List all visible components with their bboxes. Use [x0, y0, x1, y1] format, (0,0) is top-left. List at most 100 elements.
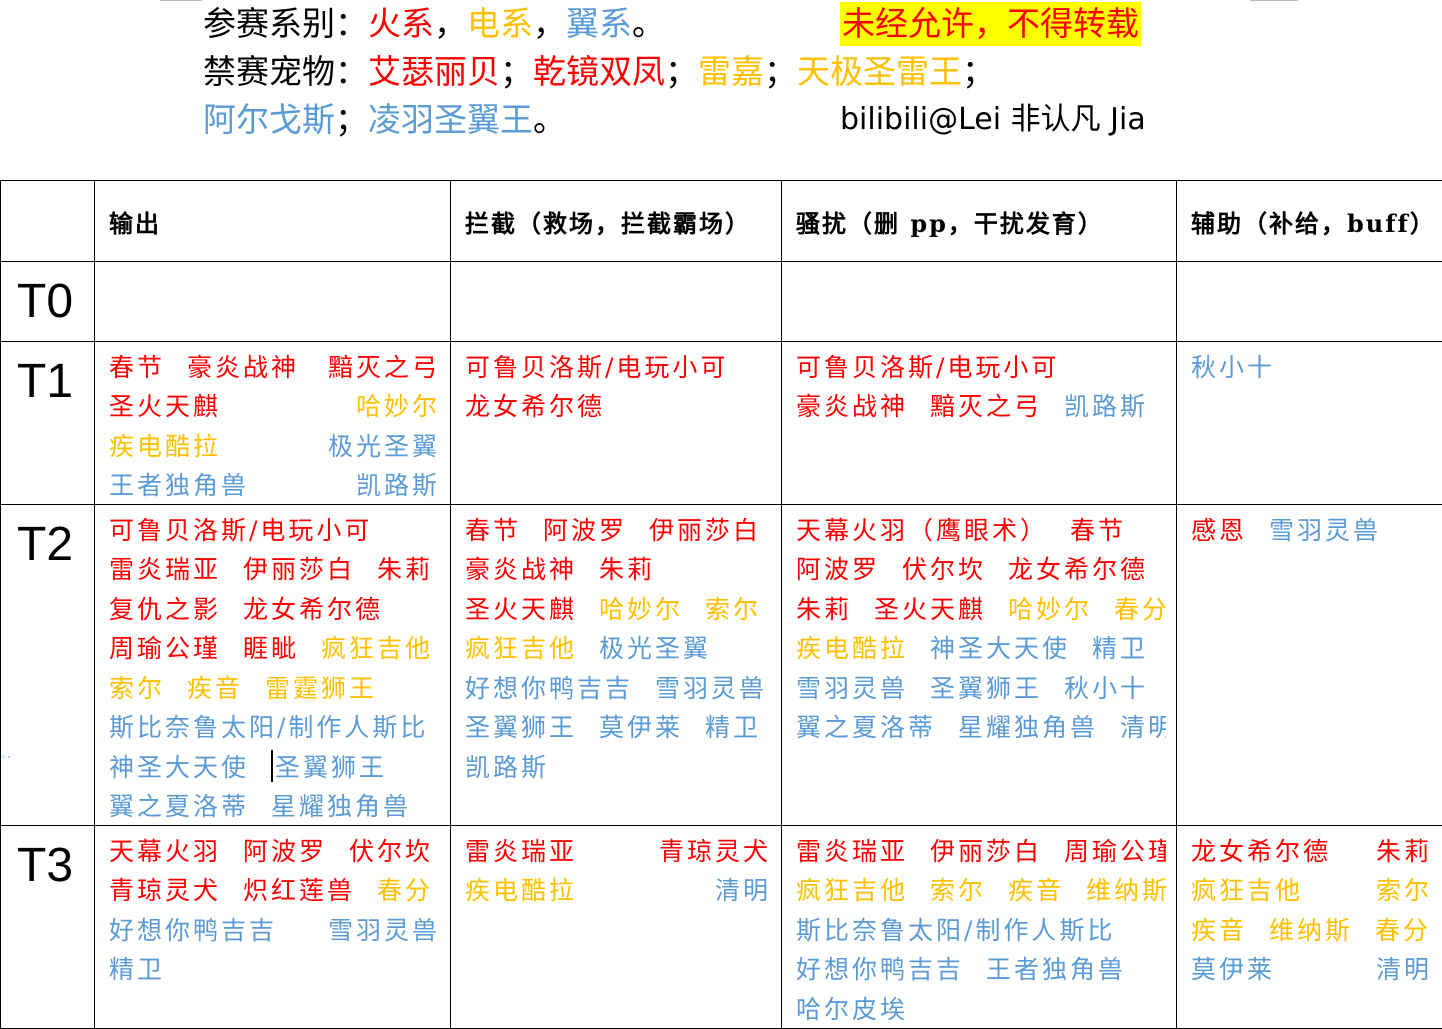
pet-name: 维纳斯	[1269, 911, 1353, 947]
header-line-banned-cont: 阿尔戈斯；凌羽圣翼王。	[203, 98, 566, 142]
header-segment: 参赛系别：	[203, 2, 368, 46]
top-decor-line	[1250, 0, 1298, 1]
intercept-cell	[451, 262, 782, 342]
column-header-support: 辅助（补给，buff）	[1177, 181, 1442, 262]
tier-row-t2: T2可鲁贝洛斯/电玩小可雷炎瑞亚伊丽莎白朱莉复仇之影龙女希尔德周瑜公瑾睚眦疯狂吉…	[1, 505, 1442, 826]
pet-name: 翼之夏洛蒂	[796, 708, 936, 744]
pet-name: 星耀独角兽	[958, 708, 1098, 744]
support-cell: 秋小十	[1177, 342, 1442, 505]
header-segment: ；	[500, 50, 533, 94]
cell-line: 可鲁贝洛斯/电玩小可	[796, 346, 1166, 386]
output-cell: 春节豪炎战神黯灭之弓圣火天麒哈妙尔疾电酷拉极光圣翼王者独角兽凯路斯	[95, 342, 451, 505]
pet-name: 好想你鸭吉吉	[109, 911, 277, 947]
cell-line: 雷炎瑞亚青琼灵犬	[465, 830, 771, 870]
tier-row-t3: T3天幕火羽阿波罗伏尔坎青琼灵犬炽红莲兽春分好想你鸭吉吉雪羽灵兽精卫雷炎瑞亚青琼…	[1, 826, 1442, 1029]
pet-name: 雷炎瑞亚	[465, 832, 577, 868]
pet-name: 周瑜公瑾	[109, 629, 221, 665]
column-header-output: 输出	[95, 181, 451, 262]
tier-label: T0	[1, 262, 95, 342]
header-segment: 。	[632, 2, 665, 46]
cell-line: 春节豪炎战神黯灭之弓	[109, 346, 440, 386]
pet-name: 好想你鸭吉吉	[796, 950, 964, 986]
pet-name: 极光圣翼	[599, 629, 711, 665]
harass-cell: 雷炎瑞亚伊丽莎白周瑜公瑾疯狂吉他索尔疾音维纳斯斯比奈鲁太阳/制作人斯比好想你鸭吉…	[782, 826, 1177, 1029]
pet-name: 圣火天麒	[109, 387, 221, 423]
cell-line: 复仇之影龙女希尔德	[109, 588, 440, 628]
pet-name: 雷霆狮王	[265, 669, 377, 705]
output-cell: 天幕火羽阿波罗伏尔坎青琼灵犬炽红莲兽春分好想你鸭吉吉雪羽灵兽精卫	[95, 826, 451, 1029]
pet-name: 朱莉	[796, 590, 852, 626]
cell-line: 朱莉圣火天麒哈妙尔春分	[796, 588, 1166, 628]
pet-name: 疾音	[187, 669, 243, 705]
pet-name: 索尔	[930, 871, 986, 907]
harass-cell: 可鲁贝洛斯/电玩小可豪炎战神黯灭之弓凯路斯	[782, 342, 1177, 505]
pet-name: 雷炎瑞亚	[109, 550, 221, 586]
cell-line: 神圣大天使圣翼狮王	[109, 746, 440, 786]
pet-name: 雪羽灵兽	[328, 911, 440, 947]
pet-name: 伏尔坎	[902, 550, 986, 586]
header-segment: ；	[335, 98, 368, 142]
pet-name: 清明	[715, 871, 771, 907]
pet-name: 索尔	[1376, 871, 1432, 907]
pet-name: 春节	[1070, 511, 1126, 547]
pet-name: 雷炎瑞亚	[796, 832, 908, 868]
pet-name: 斯比奈鲁太阳/制作人斯比	[796, 911, 1115, 947]
pet-name: 哈妙尔	[356, 387, 440, 423]
pet-name: 疯狂吉他	[796, 871, 908, 907]
cell-line: 秋小十	[1191, 346, 1432, 386]
pet-name: 豪炎战神	[187, 348, 299, 384]
pet-name: 圣火天麒	[465, 590, 577, 626]
cell-line: 疯狂吉他索尔疾音维纳斯	[796, 870, 1166, 910]
pet-name: 伏尔坎	[349, 832, 433, 868]
header-segment: 翼系	[566, 2, 632, 46]
pet-name: 疾电酷拉	[109, 427, 221, 463]
cell-line: 天幕火羽阿波罗伏尔坎	[109, 830, 440, 870]
pet-name: 朱莉	[1376, 832, 1432, 868]
intercept-cell: 春节阿波罗伊丽莎白豪炎战神朱莉圣火天麒哈妙尔索尔疯狂吉他极光圣翼好想你鸭吉吉雪羽…	[451, 505, 782, 826]
pet-name: 伊丽莎白	[649, 511, 761, 547]
pet-name: 疯狂吉他	[465, 629, 577, 665]
pet-name: 可鲁贝洛斯/电玩小可	[796, 348, 1059, 384]
pet-name: 青琼灵犬	[109, 871, 221, 907]
pet-name: 凯路斯	[356, 466, 440, 502]
support-cell: 感恩雪羽灵兽	[1177, 505, 1442, 826]
pet-name: 神圣大天使	[109, 748, 249, 784]
cell-line: 好想你鸭吉吉 雪羽灵兽	[109, 909, 440, 949]
header-segment: ；	[665, 50, 698, 94]
pet-name: 豪炎战神	[465, 550, 577, 586]
cell-line: 青琼灵犬炽红莲兽春分	[109, 870, 440, 910]
cell-line: 好想你鸭吉吉王者独角兽	[796, 949, 1166, 989]
pet-name: 秋小十	[1191, 348, 1275, 384]
pet-name: 周瑜公瑾	[1064, 832, 1166, 868]
author-credit: bilibili@Lei 非认凡 Jia	[840, 98, 1146, 142]
pet-name: 莫伊莱	[1191, 950, 1275, 986]
pet-name: 雪羽灵兽	[655, 669, 767, 705]
cell-line: 斯比奈鲁太阳/制作人斯比	[109, 707, 440, 747]
tier-row-t0: T0	[1, 262, 1442, 342]
cell-line: 龙女希尔德朱莉	[1191, 830, 1432, 870]
cell-line: 天幕火羽（鹰眼术）春节	[796, 509, 1166, 549]
pet-name: 好想你鸭吉吉	[465, 669, 633, 705]
pet-name: 春节	[109, 348, 165, 384]
pet-name: 极光圣翼	[328, 427, 440, 463]
pet-name: 清明	[1376, 950, 1432, 986]
intercept-cell: 雷炎瑞亚青琼灵犬疾电酷拉清明	[451, 826, 782, 1029]
pet-name: 疾电酷拉	[796, 629, 908, 665]
cell-line: 翼之夏洛蒂星耀独角兽清明	[796, 707, 1166, 747]
header-segment: 天极圣雷王	[797, 50, 962, 94]
pet-name: 天幕火羽	[109, 832, 221, 868]
cell-line: 可鲁贝洛斯/电玩小可	[465, 346, 771, 386]
header-segment: 阿尔戈斯	[203, 98, 335, 142]
header-segment: 电系	[467, 2, 533, 46]
pet-name: 凯路斯	[465, 748, 549, 784]
pet-name: 阿波罗	[543, 511, 627, 547]
pet-name: 雪羽灵兽	[796, 669, 908, 705]
cell-line: 圣火天麒哈妙尔索尔	[465, 588, 771, 628]
header-segment: 火系	[368, 2, 434, 46]
pet-name: 睚眦	[243, 629, 299, 665]
pet-name: 阿波罗	[243, 832, 327, 868]
support-cell: 龙女希尔德朱莉疯狂吉他索尔疾音维纳斯春分莫伊莱清明	[1177, 826, 1442, 1029]
header-segment: 乾镜双凤	[533, 50, 665, 94]
pet-name: 龙女希尔德	[465, 387, 605, 423]
header-segment: 禁赛宠物：	[203, 50, 368, 94]
